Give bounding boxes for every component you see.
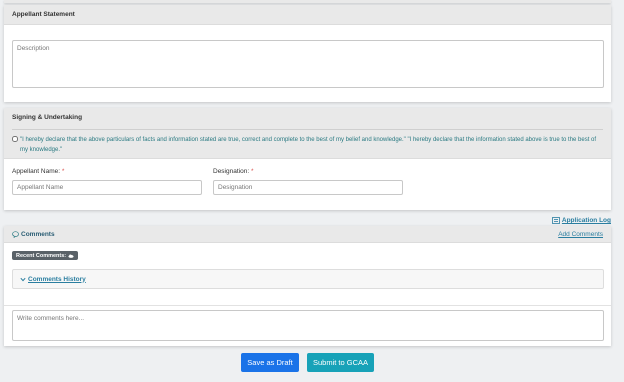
write-comment-textarea[interactable] — [12, 310, 604, 341]
comments-title: Comments — [21, 230, 55, 238]
signing-header: Signing & Undertaking "I hereby declare … — [4, 108, 611, 159]
comments-history-link: Comments History — [28, 275, 86, 283]
comments-divider — [4, 305, 611, 306]
appellant-statement-title: Appellant Statement — [12, 11, 75, 18]
declaration-checkbox[interactable] — [12, 136, 18, 142]
appellant-name-input[interactable] — [12, 180, 202, 195]
comments-history-toggle[interactable]: Comments History — [20, 276, 86, 283]
description-textarea[interactable] — [12, 40, 604, 88]
appellant-statement-header: Appellant Statement — [4, 5, 611, 25]
comments-history-panel: Comments History — [12, 269, 604, 289]
application-log-link[interactable]: Application Log — [551, 217, 611, 224]
previous-panel-edge — [4, 0, 611, 3]
cloud-icon — [68, 254, 74, 258]
add-comments-link[interactable]: Add Comments — [558, 231, 603, 238]
signing-divider — [12, 129, 603, 130]
recent-comments-label: Recent Comments: — [16, 252, 67, 259]
designation-input[interactable] — [213, 180, 403, 195]
required-marker: * — [61, 168, 65, 175]
declaration-text: "I hereby declare that the above particu… — [20, 137, 597, 153]
save-as-draft-button[interactable]: Save as Draft — [241, 353, 299, 372]
list-icon — [551, 217, 560, 224]
application-log-label: Application Log — [561, 217, 611, 224]
chevron-down-icon — [20, 277, 26, 281]
appellant-name-label: Appellant Name: * — [12, 168, 65, 175]
signing-panel: Signing & Undertaking "I hereby declare … — [4, 108, 611, 210]
signing-title: Signing & Undertaking — [12, 114, 83, 121]
appellant-statement-panel: Appellant Statement — [4, 5, 611, 102]
comment-icon — [12, 230, 19, 238]
comments-header: Comments Add Comments — [4, 226, 611, 243]
submit-to-gcaa-button[interactable]: Submit to GCAA — [307, 353, 374, 372]
designation-label: Designation: * — [213, 168, 254, 175]
required-marker: * — [250, 168, 254, 175]
comments-panel: Comments Add Comments Recent Comments: C… — [4, 226, 611, 346]
recent-comments-badge: Recent Comments: — [12, 251, 79, 260]
